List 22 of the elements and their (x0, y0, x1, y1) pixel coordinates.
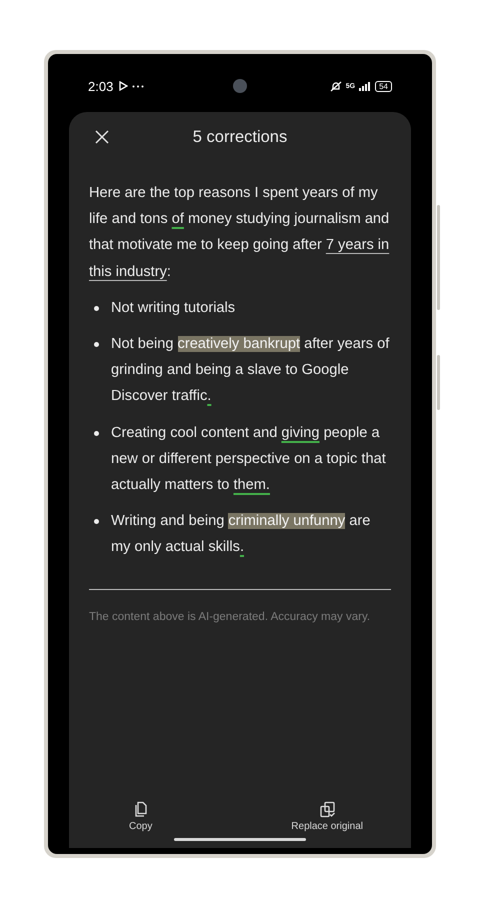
replace-icon (318, 801, 336, 818)
bullet-icon (94, 430, 99, 436)
bullet-text: Not writing tutorials (111, 298, 236, 318)
bullet-text: Creating cool content and giving people a new or different perspective on a topic that actually matters to them. (111, 424, 387, 496)
bullet-text: Not being creatively bankrupt after years of grinding and being a slave to Google Discover traffic. (111, 335, 390, 406)
camera-hole (233, 79, 247, 93)
disclaimer-text: The content above is AI-generated. Accuracy may vary. (89, 610, 372, 625)
bullet-text: Writing and being criminally unfunny are my only actual skills. (111, 512, 372, 558)
signal-icon (359, 82, 372, 90)
play-icon (119, 81, 128, 91)
battery-level: 54 (375, 80, 392, 92)
sheet-title: 5 corrections (192, 128, 288, 146)
close-icon[interactable] (94, 129, 110, 145)
more-icon (132, 84, 144, 88)
bullet-icon (94, 306, 99, 311)
intro-paragraph: Here are the top reasons I spent years of my life and tons of money studying journalism and that motivate me to keep going after 7 years in this industry: (89, 184, 390, 282)
replace-button[interactable]: Replace original (291, 801, 363, 832)
bullet-icon (94, 519, 99, 524)
copy-button[interactable]: Copy (129, 801, 152, 832)
status-time: 2:03 (88, 78, 114, 94)
bullet-icon (94, 342, 99, 348)
mute-icon (330, 80, 342, 92)
